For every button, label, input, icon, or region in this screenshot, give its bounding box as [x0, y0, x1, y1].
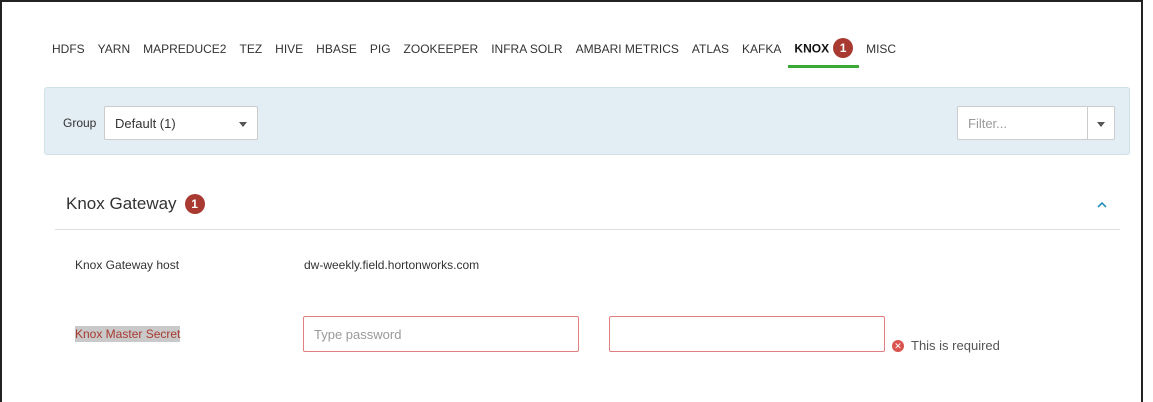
tab-knox[interactable]: KNOX 1 — [788, 37, 859, 68]
tab-label: ATLAS — [691, 42, 730, 56]
tab-zookeeper[interactable]: ZOOKEEPER — [404, 42, 479, 56]
section-title: Knox Gateway — [66, 194, 177, 213]
host-value: dw-weekly.field.hortonworks.com — [304, 258, 480, 272]
group-select[interactable]: Default (1) — [104, 106, 258, 140]
password-field[interactable] — [303, 316, 579, 352]
tab-label: MAPREDUCE2 — [143, 42, 227, 56]
tab-label: YARN — [97, 42, 131, 56]
tab-misc[interactable]: MISC — [866, 42, 896, 56]
tab-label: ZOOKEEPER — [403, 42, 479, 56]
tab-label: HBASE — [316, 42, 357, 56]
tab-infra-solr[interactable]: INFRA SOLR — [491, 42, 562, 56]
tab-ambari-metrics[interactable]: AMBARI METRICS — [576, 42, 679, 56]
tab-label: HIVE — [275, 42, 304, 56]
filter-input[interactable] — [957, 106, 1087, 140]
filter-dropdown-button[interactable] — [1087, 106, 1115, 140]
error-circle-icon: ✕ — [892, 339, 904, 352]
tab-tez[interactable]: TEZ — [239, 42, 262, 56]
tab-pig[interactable]: PIG — [370, 42, 391, 56]
error-message: This is required — [911, 338, 1000, 353]
tab-label: KNOX — [794, 41, 830, 56]
tab-label: PIG — [369, 42, 391, 56]
tab-hdfs[interactable]: HDFS — [52, 42, 85, 56]
master-secret-label: Knox Master Secret — [75, 326, 181, 342]
group-label: Group — [63, 116, 97, 130]
tab-label: INFRA SOLR — [491, 42, 563, 56]
host-label: Knox Gateway host — [75, 258, 180, 272]
tab-label: TEZ — [239, 42, 263, 56]
confirm-password-field[interactable] — [609, 316, 885, 352]
tab-kafka[interactable]: KAFKA — [742, 42, 781, 56]
tab-label: MISC — [866, 42, 897, 56]
caret-down-icon — [1097, 122, 1105, 127]
chevron-up-icon[interactable] — [1095, 198, 1109, 212]
service-tabs: HDFS YARN MAPREDUCE2 TEZ HIVE HBASE PIG … — [52, 37, 909, 68]
filter-bar: Group Default (1) — [44, 87, 1130, 155]
tab-error-count-badge: 1 — [833, 37, 854, 58]
validation-error: ✕ This is required — [892, 338, 1000, 353]
tab-hbase[interactable]: HBASE — [316, 42, 357, 56]
section-error-count-badge: 1 — [184, 194, 205, 214]
tab-mapreduce2[interactable]: MAPREDUCE2 — [143, 42, 226, 56]
tab-label: HDFS — [52, 42, 85, 56]
tab-yarn[interactable]: YARN — [98, 42, 130, 56]
tab-hive[interactable]: HIVE — [275, 42, 303, 56]
group-select-value: Default (1) — [115, 116, 176, 131]
caret-down-icon — [239, 122, 247, 127]
tab-label: KAFKA — [742, 42, 782, 56]
section-header[interactable]: Knox Gateway 1 — [66, 194, 205, 214]
section-divider — [55, 229, 1120, 230]
tab-atlas[interactable]: ATLAS — [692, 42, 729, 56]
tab-label: AMBARI METRICS — [575, 42, 679, 56]
